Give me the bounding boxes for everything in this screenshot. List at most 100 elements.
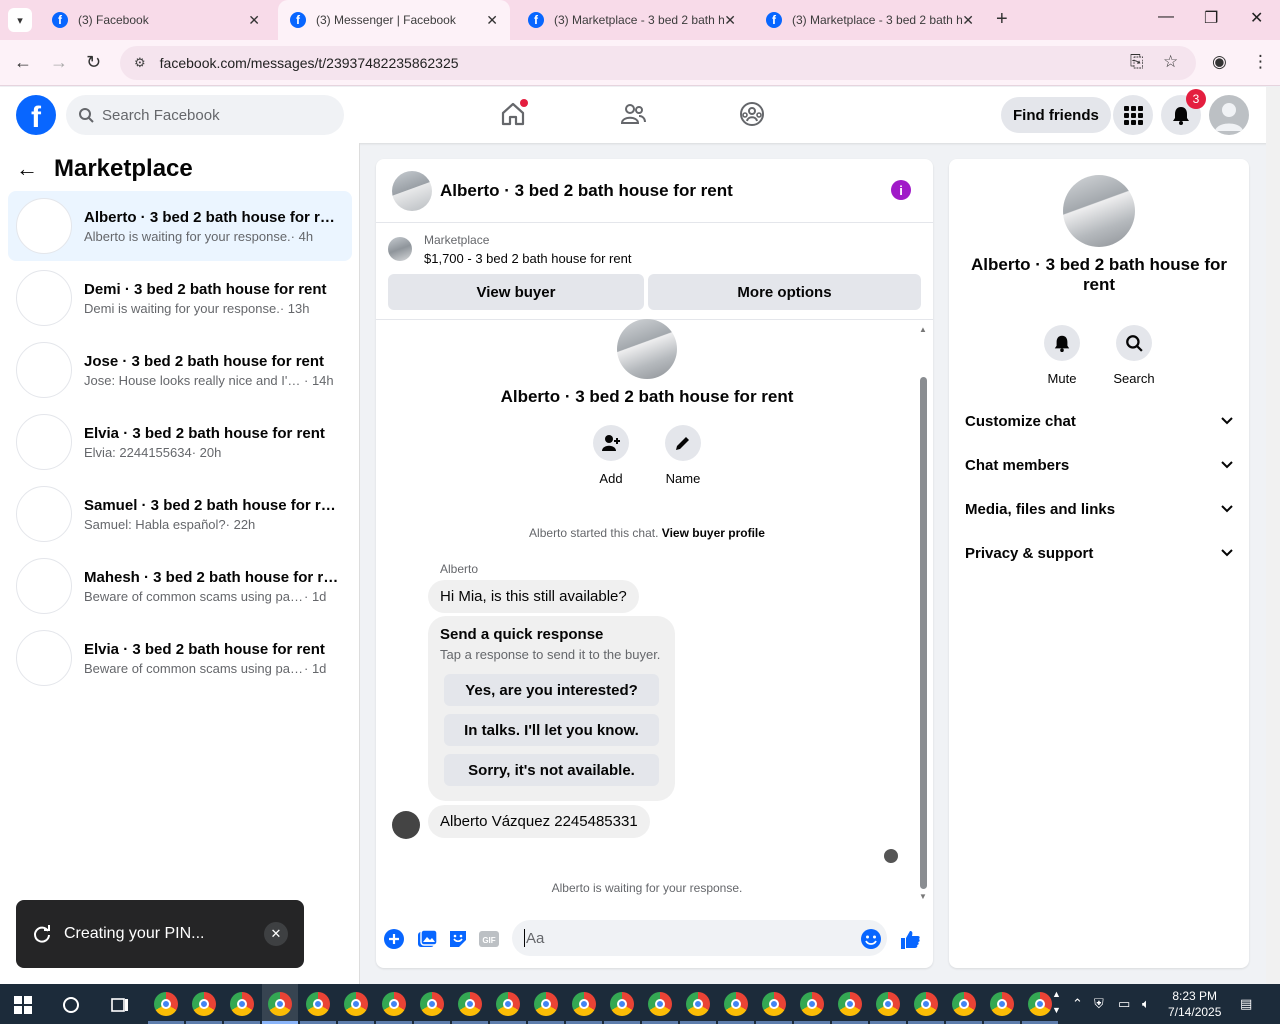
- tab-close-icon[interactable]: ✕: [248, 12, 260, 29]
- chrome-taskbar-icon[interactable]: [458, 992, 482, 1016]
- tab-close-icon[interactable]: ✕: [724, 12, 736, 29]
- chrome-taskbar-icon[interactable]: [496, 992, 520, 1016]
- forward-arrow-icon[interactable]: →: [50, 52, 68, 73]
- find-friends-button[interactable]: Find friends: [1001, 97, 1111, 133]
- page-scrollbar[interactable]: [1266, 87, 1280, 984]
- message-input[interactable]: Aa: [512, 920, 887, 956]
- new-tab-icon[interactable]: +: [996, 8, 1008, 31]
- friends-icon[interactable]: [620, 101, 646, 127]
- browser-tab-marketplace-1[interactable]: f (3) Marketplace - 3 bed 2 bath h ✕: [516, 0, 748, 40]
- back-arrow-icon[interactable]: ←: [16, 156, 38, 182]
- tab-search-button[interactable]: ▾: [8, 8, 32, 32]
- customize-chat-section[interactable]: Customize chat: [965, 399, 1233, 443]
- quick-reply-button[interactable]: Sorry, it's not available.: [444, 754, 659, 786]
- add-people-button[interactable]: Add: [581, 425, 641, 486]
- plus-circle-icon[interactable]: [383, 928, 405, 950]
- chrome-taskbar-icon[interactable]: [838, 992, 862, 1016]
- media-files-links-section[interactable]: Media, files and links: [965, 487, 1233, 531]
- chrome-taskbar-icon[interactable]: [344, 992, 368, 1016]
- groups-icon[interactable]: [739, 101, 765, 127]
- chrome-taskbar-icon[interactable]: [534, 992, 558, 1016]
- facebook-search-input[interactable]: Search Facebook: [66, 95, 344, 135]
- tab-close-icon[interactable]: ✕: [486, 12, 498, 29]
- mute-button[interactable]: Mute: [1032, 325, 1092, 386]
- privacy-support-section[interactable]: Privacy & support: [965, 531, 1233, 575]
- chrome-taskbar-icon[interactable]: [572, 992, 596, 1016]
- thumbs-up-icon[interactable]: [899, 928, 921, 950]
- chrome-taskbar-icon[interactable]: [230, 992, 254, 1016]
- info-icon[interactable]: i: [891, 180, 911, 200]
- minimize-icon[interactable]: —: [1158, 8, 1174, 26]
- chat-avatar[interactable]: [392, 170, 432, 211]
- quick-reply-button[interactable]: Yes, are you interested?: [444, 674, 659, 706]
- chrome-taskbar-icon[interactable]: [990, 992, 1014, 1016]
- chrome-taskbar-icon[interactable]: [154, 992, 178, 1016]
- chrome-taskbar-icon[interactable]: [686, 992, 710, 1016]
- conversation-item[interactable]: Jose · 3 bed 2 bath house for rent Jose:…: [8, 335, 352, 405]
- action-center-icon[interactable]: ▤: [1240, 996, 1252, 1012]
- scroll-down-arrow-icon[interactable]: ▼: [919, 892, 927, 901]
- bookmark-star-icon[interactable]: ☆: [1163, 52, 1178, 72]
- conversation-item[interactable]: Samuel · 3 bed 2 bath house for rent Sam…: [8, 479, 352, 549]
- quick-reply-button[interactable]: In talks. I'll let you know.: [444, 714, 659, 746]
- site-settings-icon[interactable]: ⚙: [134, 55, 146, 71]
- task-view-icon[interactable]: [110, 996, 130, 1014]
- sticker-icon[interactable]: [447, 928, 469, 950]
- scroll-up-arrow-icon[interactable]: ▲: [919, 325, 927, 334]
- reload-icon[interactable]: ↻: [86, 52, 101, 73]
- chrome-taskbar-icon[interactable]: [762, 992, 786, 1016]
- chrome-taskbar-icon[interactable]: [192, 992, 216, 1016]
- conversation-item[interactable]: Elvia · 3 bed 2 bath house for rent Elvi…: [8, 407, 352, 477]
- chrome-taskbar-icon[interactable]: [610, 992, 634, 1016]
- restore-icon[interactable]: ❐: [1204, 8, 1218, 28]
- chrome-taskbar-icon[interactable]: [876, 992, 900, 1016]
- url-field[interactable]: ⚙ facebook.com/messages/t/23937482235862…: [120, 46, 1196, 80]
- chat-members-section[interactable]: Chat members: [965, 443, 1233, 487]
- gif-icon[interactable]: GIF: [478, 928, 500, 950]
- chrome-taskbar-icon[interactable]: [420, 992, 444, 1016]
- tray-overflow-icon[interactable]: ⌃: [1072, 996, 1083, 1012]
- account-avatar[interactable]: [1209, 95, 1249, 135]
- chrome-taskbar-icon[interactable]: [382, 992, 406, 1016]
- search-circle-icon[interactable]: [62, 996, 80, 1014]
- conversation-item[interactable]: Elvia · 3 bed 2 bath house for rent Bewa…: [8, 623, 352, 693]
- taskbar-scroll-arrows[interactable]: ▲ ▼: [1052, 986, 1061, 1018]
- view-buyer-button[interactable]: View buyer: [388, 274, 644, 310]
- chrome-taskbar-icon[interactable]: [268, 992, 292, 1016]
- windows-start-icon[interactable]: [14, 996, 32, 1014]
- install-app-icon[interactable]: ⎘: [1130, 52, 1144, 72]
- system-clock[interactable]: 8:23 PM 7/14/2025: [1168, 988, 1221, 1020]
- profile-icon[interactable]: ◉: [1212, 52, 1227, 72]
- toast-close-icon[interactable]: ✕: [264, 922, 288, 946]
- browser-tab-marketplace-2[interactable]: f (3) Marketplace - 3 bed 2 bath h ✕: [754, 0, 986, 40]
- chat-title[interactable]: Alberto · 3 bed 2 bath house for rent: [440, 181, 733, 201]
- chrome-taskbar-icon[interactable]: [724, 992, 748, 1016]
- security-icon[interactable]: ⛨: [1094, 996, 1104, 1012]
- close-window-icon[interactable]: ✕: [1250, 8, 1263, 28]
- browser-tab-facebook[interactable]: f (3) Facebook ✕: [40, 0, 272, 40]
- chrome-taskbar-icon[interactable]: [952, 992, 976, 1016]
- conversation-item[interactable]: Demi · 3 bed 2 bath house for rent Demi …: [8, 263, 352, 333]
- chat-scrollbar[interactable]: [920, 377, 927, 889]
- browser-menu-icon[interactable]: ⋮: [1252, 52, 1269, 72]
- more-options-button[interactable]: More options: [648, 274, 921, 310]
- gallery-icon[interactable]: [416, 928, 438, 950]
- chrome-taskbar-icon[interactable]: [306, 992, 330, 1016]
- view-buyer-profile-link[interactable]: View buyer profile: [662, 526, 765, 540]
- name-chat-button[interactable]: Name: [653, 425, 713, 486]
- chrome-taskbar-icon[interactable]: [800, 992, 824, 1016]
- sender-avatar[interactable]: [392, 811, 420, 839]
- network-icon[interactable]: ▭: [1118, 996, 1130, 1012]
- emoji-icon[interactable]: [860, 928, 882, 950]
- browser-tab-messenger[interactable]: f (3) Messenger | Facebook ✕: [278, 0, 510, 40]
- conversation-item[interactable]: Mahesh · 3 bed 2 bath house for rent Bew…: [8, 551, 352, 621]
- conversation-item[interactable]: Alberto · 3 bed 2 bath house for rent Al…: [8, 191, 352, 261]
- chrome-taskbar-icon[interactable]: [648, 992, 672, 1016]
- menu-grid-button[interactable]: [1113, 95, 1153, 135]
- chrome-taskbar-icon[interactable]: [1028, 992, 1052, 1016]
- search-in-chat-button[interactable]: Search: [1104, 325, 1164, 386]
- facebook-logo-icon[interactable]: f: [16, 95, 56, 135]
- tab-close-icon[interactable]: ✕: [962, 12, 974, 29]
- volume-icon[interactable]: 🔈︎: [1142, 996, 1150, 1012]
- chrome-taskbar-icon[interactable]: [914, 992, 938, 1016]
